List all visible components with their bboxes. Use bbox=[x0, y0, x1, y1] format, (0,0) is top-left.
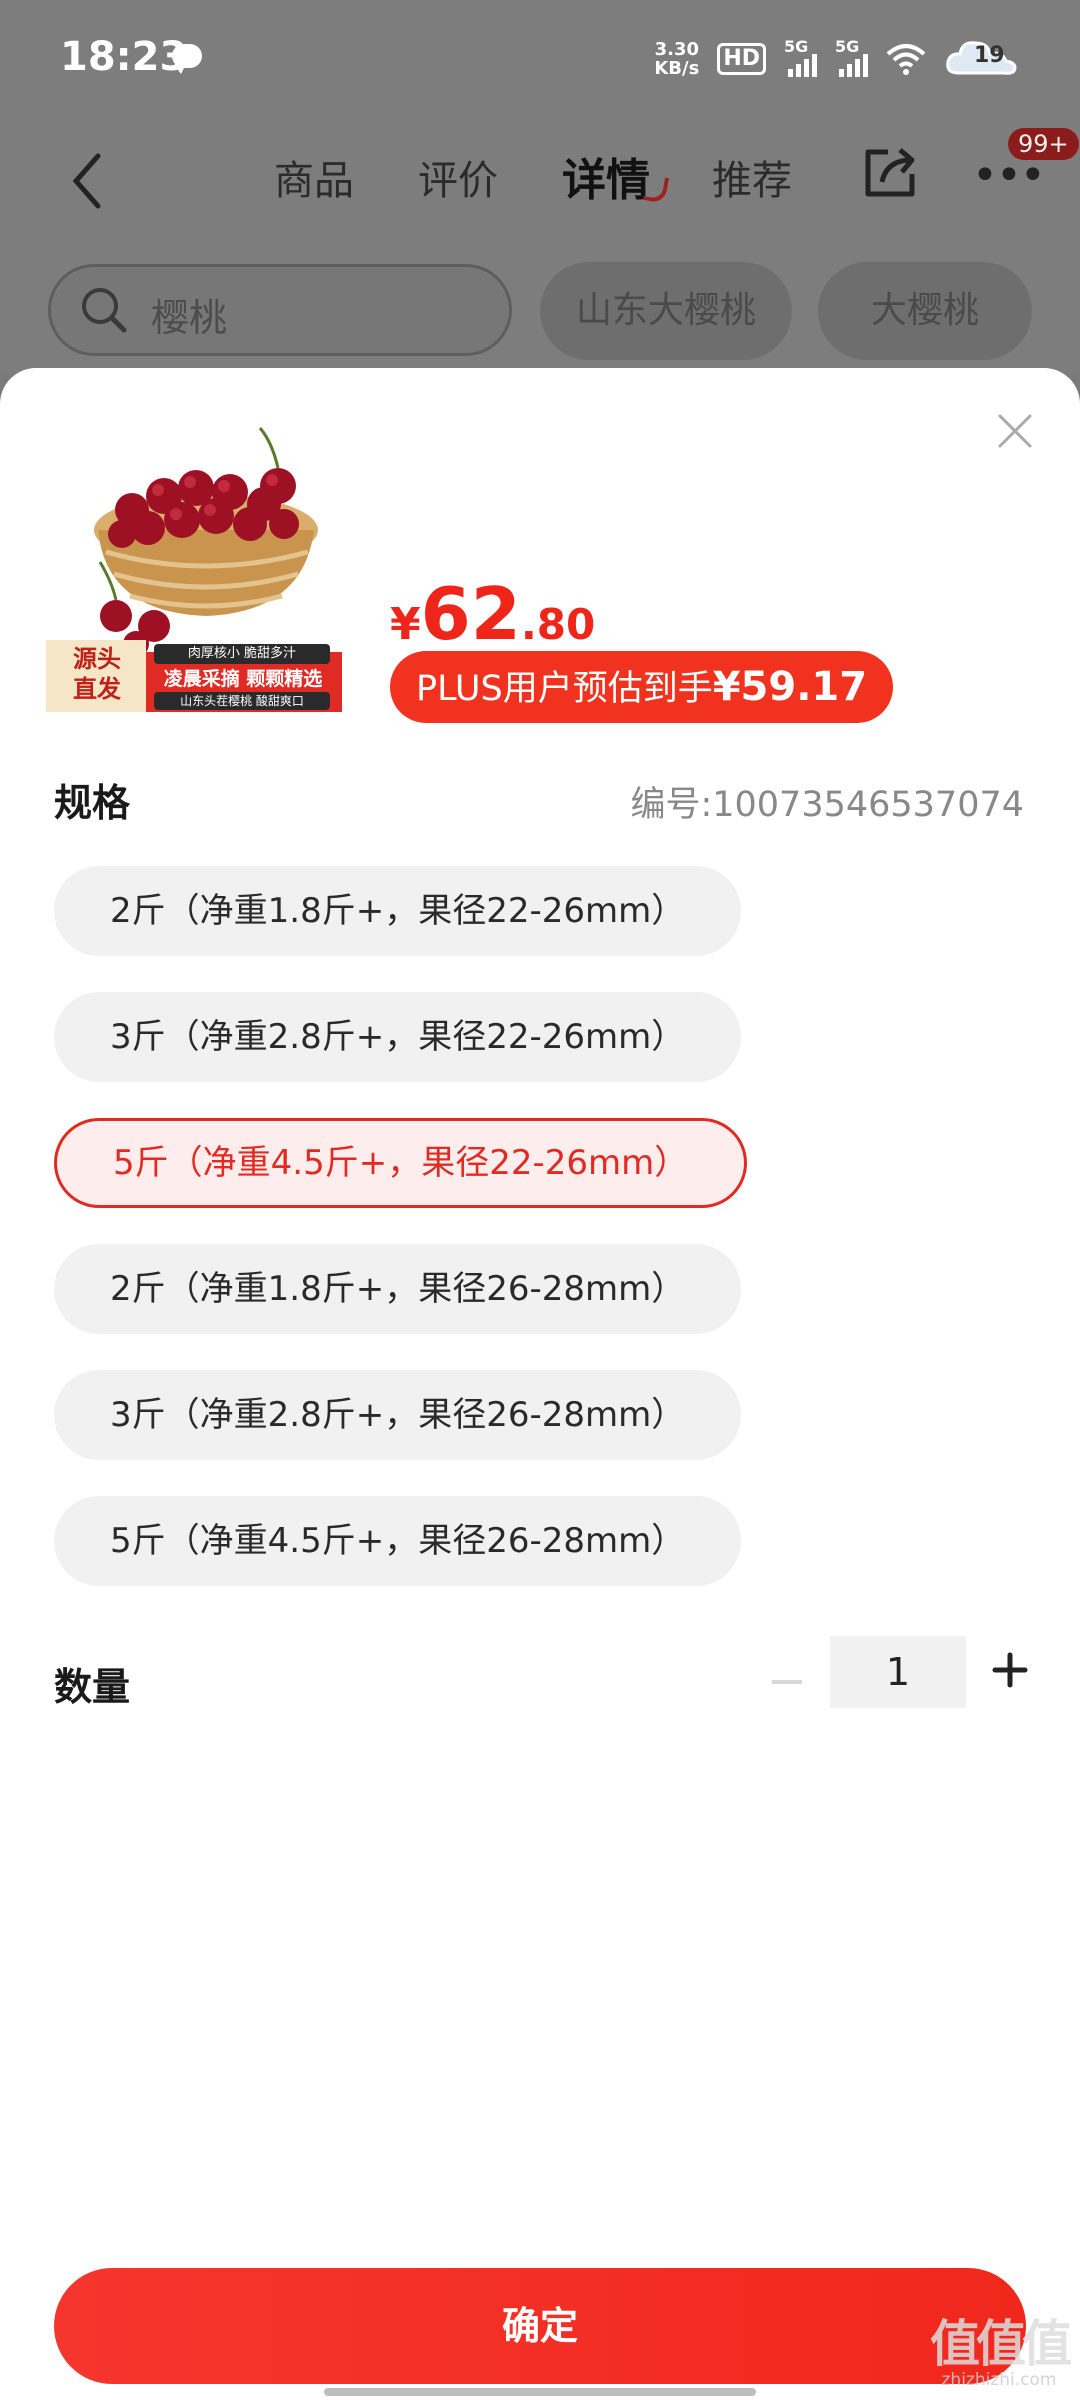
watermark: 值值值 zhizhizhi.com bbox=[930, 2315, 1072, 2390]
tab-product[interactable]: 商品 bbox=[274, 148, 354, 206]
signal-icon-2: 5G bbox=[835, 37, 868, 77]
spec-selection-sheet: 源头 直发 肉厚核小 脆甜多汁 凌晨采摘 颗颗精选 山东头茬樱桃 酸甜爽口 ¥6… bbox=[0, 368, 1080, 2400]
product-price: ¥62.80 bbox=[390, 572, 596, 656]
search-chip[interactable]: 大樱桃 bbox=[818, 262, 1032, 360]
home-indicator[interactable] bbox=[324, 2388, 756, 2396]
image-tag-line1: 肉厚核小 脆甜多汁 bbox=[187, 646, 297, 661]
quantity-label: 数量 bbox=[54, 1665, 131, 1709]
search-icon bbox=[82, 288, 127, 333]
back-icon[interactable] bbox=[62, 146, 112, 216]
search-input[interactable]: 樱桃 bbox=[48, 264, 512, 356]
product-image: 源头 直发 肉厚核小 脆甜多汁 凌晨采摘 颗颗精选 山东头茬樱桃 酸甜爽口 bbox=[46, 412, 342, 712]
quantity-increase-button[interactable] bbox=[992, 1652, 1028, 1688]
weather-widget: 19 bbox=[944, 37, 1020, 81]
status-bar: 18:23 3.30 KB/s HD 5G 5G 19 bbox=[0, 0, 1080, 118]
status-time: 18:23 bbox=[60, 34, 188, 80]
image-corner-tag: 源头 直发 bbox=[73, 645, 121, 703]
hd-icon: HD bbox=[717, 43, 766, 75]
tab-details[interactable]: 详情 bbox=[562, 144, 650, 208]
spec-option[interactable]: 3斤（净重2.8斤+，果径26-28mm） bbox=[54, 1370, 742, 1460]
more-icon[interactable]: ••• bbox=[972, 154, 1046, 198]
close-icon[interactable] bbox=[996, 412, 1034, 450]
message-badge: 99+ bbox=[1008, 128, 1079, 160]
weather-temp: 19 bbox=[974, 43, 1005, 68]
spec-option-selected[interactable]: 5斤（净重4.5斤+，果径22-26mm） bbox=[54, 1118, 748, 1208]
plus-price-badge: PLUS用户预估到手¥59.17 bbox=[390, 651, 894, 723]
image-tag-line3: 山东头茬樱桃 酸甜爽口 bbox=[180, 694, 304, 708]
quantity-decrease-button[interactable] bbox=[772, 1680, 802, 1684]
share-icon[interactable] bbox=[862, 144, 920, 200]
tab-recommend[interactable]: 推荐 bbox=[712, 148, 792, 206]
spec-option[interactable]: 5斤（净重4.5斤+，果径26-28mm） bbox=[54, 1496, 742, 1586]
spec-title: 规格 bbox=[54, 781, 131, 825]
wifi-icon bbox=[886, 44, 926, 75]
spec-option[interactable]: 2斤（净重1.8斤+，果径22-26mm） bbox=[54, 866, 742, 956]
status-icons: 3.30 KB/s HD 5G 5G 19 bbox=[654, 36, 1020, 82]
net-speed: 3.30 KB/s bbox=[654, 39, 700, 79]
signal-icon: 5G bbox=[784, 37, 817, 77]
sku-number: 编号:10073546537074 bbox=[630, 785, 1024, 825]
tab-reviews[interactable]: 评价 bbox=[418, 148, 498, 206]
search-placeholder: 樱桃 bbox=[151, 296, 228, 340]
image-tag-line2: 凌晨采摘 颗颗精选 bbox=[163, 668, 323, 690]
chat-notification-icon bbox=[172, 44, 202, 74]
quantity-input[interactable]: 1 bbox=[830, 1636, 966, 1708]
spec-option[interactable]: 2斤（净重1.8斤+，果径26-28mm） bbox=[54, 1244, 742, 1334]
spec-option[interactable]: 3斤（净重2.8斤+，果径22-26mm） bbox=[54, 992, 742, 1082]
search-chip[interactable]: 山东大樱桃 bbox=[540, 262, 792, 360]
search-row: 樱桃 山东大樱桃 大樱桃 bbox=[0, 244, 1080, 374]
confirm-button[interactable]: 确定 bbox=[54, 2268, 1026, 2384]
